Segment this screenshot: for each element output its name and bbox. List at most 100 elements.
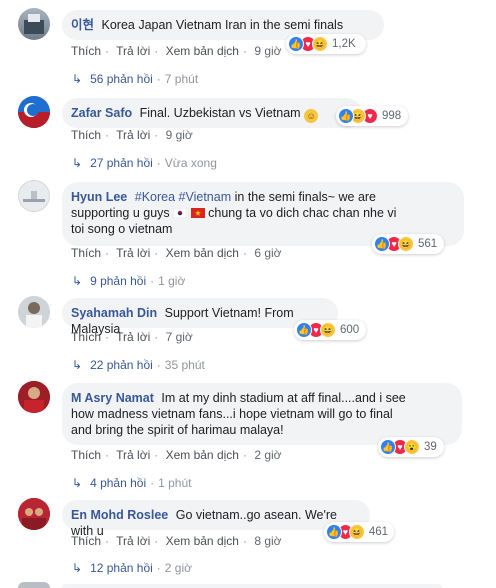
comment-bubble: Zafar Safo Final. Uzbekistan vs Vietnam … <box>62 98 362 128</box>
replies-count[interactable]: 12 phản hồi <box>90 561 153 575</box>
avatar-image <box>24 14 44 34</box>
avatar[interactable] <box>18 8 50 40</box>
like-link[interactable]: Thích <box>71 448 101 462</box>
comment-time[interactable]: 6 giờ <box>254 246 281 260</box>
see-translation-link[interactable]: Xem bản dịch <box>166 246 239 260</box>
hashtag-link[interactable]: #Korea <box>135 190 175 204</box>
comment-text: how madness vietnam fans...i hope vietna… <box>71 407 393 421</box>
replies-time: 35 phút <box>164 358 205 372</box>
like-icon: 👍 <box>380 439 396 455</box>
replies-link[interactable]: ↳ 56 phản hồi · 7 phút <box>72 72 198 86</box>
comment-actions: Thích · Trả lời · Xem bản dịch · 6 giờ <box>71 246 282 260</box>
comment-time[interactable]: 2 giờ <box>254 448 281 462</box>
like-icon: 👍 <box>326 524 342 540</box>
see-translation-link[interactable]: Xem bản dịch <box>166 534 239 548</box>
avatar-image <box>23 191 45 202</box>
avatar[interactable] <box>18 96 50 128</box>
reaction-summary[interactable]: 👍 😆 ♥ 998 <box>336 106 408 126</box>
comment: Syahamah Din Support Vietnam! From Malay… <box>18 296 488 376</box>
reply-link[interactable]: Trả lời <box>116 246 150 260</box>
comment: M Asry Namat Im at my dinh stadium at af… <box>18 381 488 491</box>
avatar[interactable] <box>18 180 50 212</box>
replies-time: 7 phút <box>164 72 199 86</box>
replies-count[interactable]: 27 phản hồi <box>90 156 153 170</box>
replies-time: 2 giờ <box>164 561 193 575</box>
reaction-count: 600 <box>340 324 360 336</box>
haha-icon: 😆 <box>398 236 414 252</box>
avatar-image <box>18 96 50 128</box>
hashtag-link[interactable]: #Vietnam <box>179 190 232 204</box>
comment-author[interactable]: Syahamah Din <box>71 306 157 320</box>
like-icon: 👍 <box>296 322 312 338</box>
comment-actions: Thích · Trả lời · Xem bản dịch · 2 giờ <box>71 448 282 462</box>
see-translation-link[interactable]: Xem bản dịch <box>166 448 239 462</box>
comment-author[interactable]: Zafar Safo <box>71 106 132 120</box>
comment-time[interactable]: 7 giờ <box>166 330 193 344</box>
replies-count[interactable]: 4 phản hồi <box>90 476 146 490</box>
comment: En Mohd Roslee Go vietnam..go asean. We'… <box>18 498 488 578</box>
like-link[interactable]: Thích <box>71 128 101 142</box>
reply-link[interactable]: Trả lời <box>116 534 150 548</box>
replies-count[interactable]: 22 phản hồi <box>90 358 153 372</box>
reply-link[interactable]: Trả lời <box>116 128 150 142</box>
reply-arrow-icon: ↳ <box>72 476 83 490</box>
reply-link[interactable]: Trả lời <box>116 448 150 462</box>
replies-link[interactable]: ↳ 4 phản hồi · 1 phút <box>72 476 192 490</box>
replies-link[interactable]: ↳ 9 phản hồi · 1 giờ <box>72 274 185 288</box>
comment-text: toi song o vietnam <box>71 222 173 236</box>
comment-time[interactable]: 8 giờ <box>254 534 281 548</box>
comment-actions: Thích · Trả lời · Xem bản dịch · 8 giờ <box>71 534 282 548</box>
avatar[interactable] <box>18 498 50 530</box>
reaction-summary[interactable]: 👍 ♥ 😆 1,2K <box>286 34 366 54</box>
replies-count[interactable]: 9 phản hồi <box>90 274 146 288</box>
reply-link[interactable]: Trả lời <box>116 44 150 58</box>
comment-author[interactable]: 이현 <box>71 18 94 32</box>
reaction-summary[interactable]: 👍 ♥ 😆 461 <box>324 522 394 542</box>
like-link[interactable]: Thích <box>71 330 101 344</box>
avatar[interactable] <box>18 381 50 413</box>
reply-arrow-icon: ↳ <box>72 358 83 372</box>
reaction-summary[interactable]: 👍 ♥ 😆 600 <box>294 320 366 340</box>
comment-text: supporting u guys <box>71 206 170 220</box>
smile-emoji-icon: ☺ <box>304 109 319 123</box>
reaction-summary[interactable]: 👍 ♥ 😆 561 <box>372 234 444 254</box>
comment: 이현 Korea Japan Vietnam Iran in the semi … <box>18 8 488 88</box>
reaction-count: 39 <box>424 441 437 453</box>
avatar-image <box>18 381 50 413</box>
like-link[interactable]: Thích <box>71 246 101 260</box>
replies-count[interactable]: 56 phản hồi <box>90 72 153 86</box>
replies-link[interactable]: ↳ 22 phản hồi · 35 phút <box>72 358 205 372</box>
replies-time: 1 phút <box>158 476 192 490</box>
comment-text: chung ta vo dich chac chan nhe vi <box>208 206 397 220</box>
comment-text: Korea Japan Vietnam Iran in the semi fin… <box>101 18 344 32</box>
like-link[interactable]: Thích <box>71 44 101 58</box>
reaction-summary[interactable]: 👍 ♥ 😮 39 <box>378 437 444 457</box>
avatar-image <box>18 296 50 328</box>
comment-author[interactable]: M Asry Namat <box>71 391 154 405</box>
see-translation-link[interactable]: Xem bản dịch <box>166 44 239 58</box>
comment-author[interactable]: En Mohd Roslee <box>71 508 168 522</box>
avatar[interactable] <box>18 296 50 328</box>
comment-text: Im at my dinh stadium at aff final....an… <box>161 391 406 405</box>
vietnam-flag-icon <box>190 208 205 218</box>
reply-arrow-icon: ↳ <box>72 72 83 86</box>
comment: Zafar Safo Final. Uzbekistan vs Vietnam … <box>18 96 488 176</box>
comment-time[interactable]: 9 giờ <box>166 128 193 142</box>
wow-icon: 😮 <box>404 439 420 455</box>
korea-flag-icon <box>173 208 188 218</box>
comment-bubble: M Asry Namat Im at my dinh stadium at af… <box>62 383 462 445</box>
reply-link[interactable]: Trả lời <box>116 330 150 344</box>
comment-time[interactable]: 9 giờ <box>254 44 281 58</box>
comment-actions: Thích · Trả lời · Xem bản dịch · 9 giờ <box>71 44 282 58</box>
haha-icon: 😆 <box>312 36 328 52</box>
replies-time: 1 giờ <box>158 274 186 288</box>
replies-link[interactable]: ↳ 12 phản hồi · 2 giờ <box>72 561 192 575</box>
replies-link[interactable]: ↳ 27 phản hồi · Vừa xong <box>72 156 217 170</box>
haha-icon: 😆 <box>349 524 365 540</box>
avatar-image <box>18 498 50 530</box>
like-icon: 👍 <box>288 36 304 52</box>
comment-author[interactable]: Hyun Lee <box>71 190 127 204</box>
comment-text: in the semi finals~ we are <box>234 190 377 204</box>
like-link[interactable]: Thích <box>71 534 101 548</box>
comment-bubble: En Mohd Roslee Go vietnam..go asean. We'… <box>62 500 370 538</box>
